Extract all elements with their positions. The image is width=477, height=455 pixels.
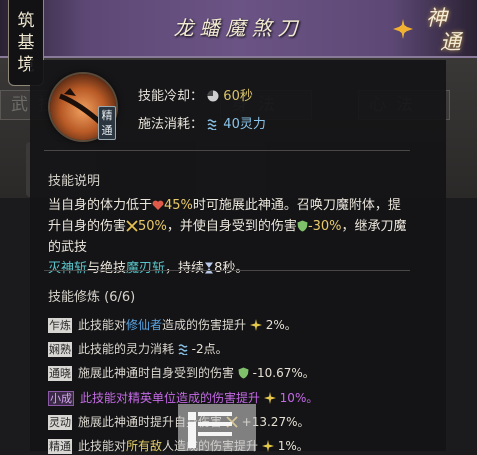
desc-text: ，并使自身受到的伤害 <box>166 219 297 234</box>
training-tag: 娴熟 <box>48 342 72 357</box>
row-value: -10.67%。 <box>252 366 315 380</box>
training-tag: 精通 <box>48 439 72 454</box>
realm-char: 基 <box>17 33 35 53</box>
sparkle-icon <box>393 19 413 39</box>
spirit-wave-icon <box>178 344 188 355</box>
skill-description: 当自身的体力低于 45%时可施展此神通。召唤刀魔附体，提升自身的伤害 50%，并使自… <box>48 195 410 279</box>
row-target: 修仙者 <box>126 318 163 332</box>
grid-overlay-icon <box>188 412 232 448</box>
hp-threshold: 45% <box>164 198 193 213</box>
cooldown-stat: 技能冷却： 60秒 <box>138 85 253 104</box>
divider <box>44 150 410 151</box>
row-text: 造成的伤害提升 <box>162 318 247 332</box>
burst-icon <box>263 392 276 404</box>
divider <box>44 270 410 271</box>
cost-value: 40灵力 <box>223 117 266 132</box>
training-heading: 技能修炼 (6/6) <box>48 290 136 305</box>
burst-icon <box>249 319 262 331</box>
mastery-char: 通 <box>101 124 113 137</box>
inherited-skill-1: 灭神斩 <box>48 261 88 276</box>
shield-icon <box>238 367 249 379</box>
row-text: 施展此神通时自身受到的伤害 <box>78 366 235 380</box>
desc-text: 与绝技 <box>87 261 127 276</box>
cooldown-value: 60秒 <box>223 89 253 104</box>
damage-boost: 50% <box>138 219 167 234</box>
spirit-wave-icon <box>207 119 217 130</box>
clock-icon <box>207 90 219 102</box>
duration: 8秒。 <box>214 261 249 276</box>
row-value: 2%。 <box>265 318 297 332</box>
training-row: 乍炼 此技能对修仙者造成的伤害提升 2%。 <box>48 316 297 334</box>
training-row: 通晓 施展此神通时自身受到的伤害 -10.67%。 <box>48 364 315 382</box>
mastery-char: 精 <box>101 109 113 122</box>
badge-char: 通 <box>440 30 461 54</box>
training-tag: 灵动 <box>48 415 72 430</box>
divine-ability-badge: 神 通 <box>426 6 470 58</box>
row-value: -2点。 <box>191 342 228 356</box>
training-tag: 乍炼 <box>48 318 72 333</box>
desc-text: 当自身的体力低于 <box>48 198 153 213</box>
burst-icon <box>261 440 274 452</box>
description-heading: 技能说明 <box>48 174 101 189</box>
realm-char: 筑 <box>17 11 35 31</box>
desc-text: ，持续 <box>165 261 205 276</box>
damage-taken: -30% <box>307 219 342 234</box>
shield-icon <box>297 220 308 232</box>
row-text: 此技能的灵力消耗 <box>78 342 175 356</box>
cost-label: 施法消耗： <box>138 117 204 132</box>
training-tag: 小成 <box>48 391 74 406</box>
row-text: 此技能对 <box>78 318 127 332</box>
training-tag: 通晓 <box>48 366 72 381</box>
screen-overlay <box>178 404 256 451</box>
heart-icon <box>152 200 164 210</box>
mastery-badge: 精 通 <box>98 106 116 140</box>
row-text: 此技能对精英单位造成的伤害提升 <box>80 391 261 405</box>
cost-stat: 施法消耗： 40灵力 <box>138 113 266 132</box>
row-value: 10%。 <box>279 391 319 405</box>
hourglass-icon <box>205 262 214 274</box>
cooldown-label: 技能冷却： <box>138 89 204 104</box>
badge-char: 神 <box>426 6 447 30</box>
inherited-skill-2: 魔刃斩 <box>126 261 166 276</box>
training-row: 娴熟 此技能的灵力消耗 -2点。 <box>48 340 228 358</box>
crossed-swords-icon <box>126 220 138 232</box>
